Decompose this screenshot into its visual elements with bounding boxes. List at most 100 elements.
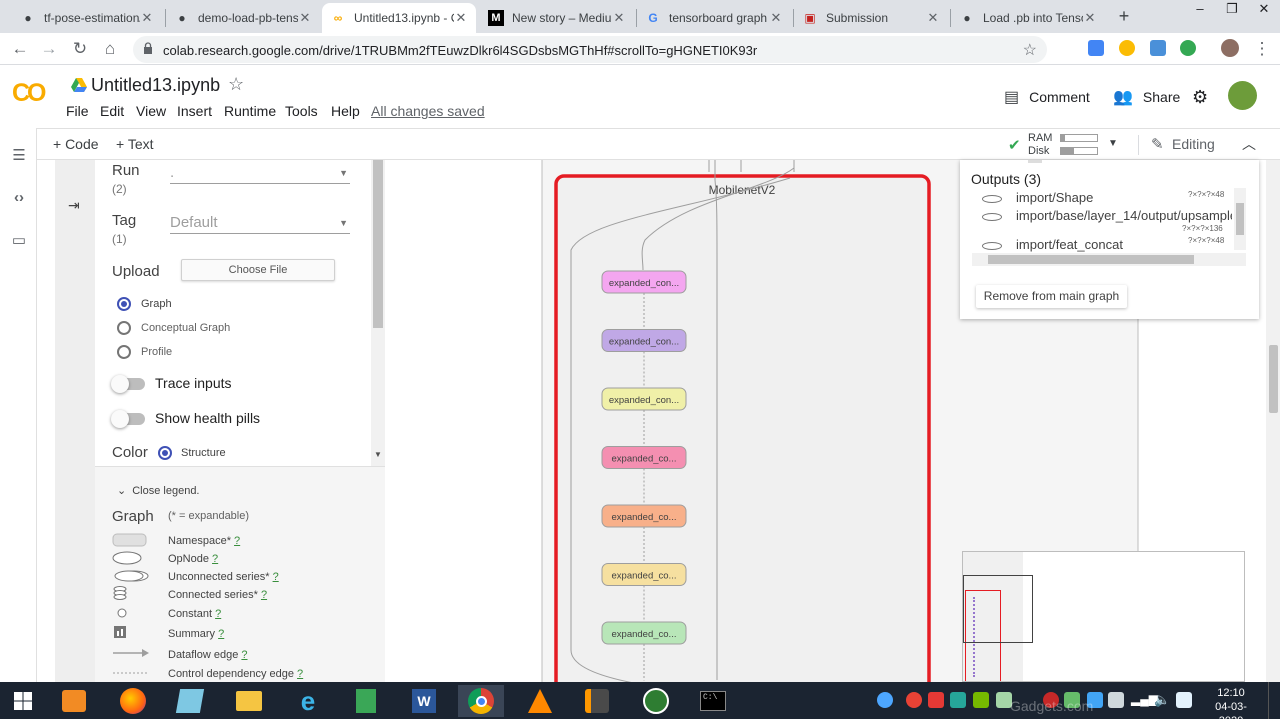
close-tab-icon[interactable]: ✕ [612,10,626,26]
health-pills-toggle[interactable] [111,410,147,428]
home-icon[interactable]: ⌂ [99,38,121,60]
browser-menu-icon[interactable]: ⋮ [1251,38,1273,60]
minimize-window-icon[interactable]: – [1184,0,1216,20]
user-avatar[interactable] [1228,81,1257,110]
chrome-icon[interactable] [458,685,504,717]
scroll-down-arrow-icon[interactable]: ▼ [374,450,382,459]
browser-tab[interactable]: ▣ Submission ✕ [794,3,948,33]
remove-from-main-graph-button[interactable]: Remove from main graph [976,285,1127,308]
help-link[interactable]: ? [297,668,303,680]
output-row[interactable]: import/Shape [982,190,1093,205]
help-link[interactable]: ? [261,589,267,601]
mobilenetv2-namespace[interactable] [554,174,931,682]
word-icon[interactable]: W [401,685,447,717]
browser-tab[interactable]: ● demo-load-pb-tens ✕ [166,3,320,33]
command-prompt-icon[interactable]: C:\ [690,685,736,717]
share-button[interactable]: 👥 Share [1113,87,1180,107]
close-tab-icon[interactable]: ✕ [140,10,154,26]
scrollbar-thumb[interactable] [373,160,383,328]
m-extension-icon[interactable] [1180,40,1196,56]
browser-tab[interactable]: ● Load .pb into Tenso ✕ [951,3,1105,33]
browser-tab[interactable]: G tensorboard graph ✕ [637,3,791,33]
restore-window-icon[interactable]: ❐ [1216,0,1248,20]
add-text-cell-button[interactable]: + Text [116,136,154,152]
menu-edit[interactable]: Edit [100,103,124,119]
outputs-vertical-scrollbar[interactable] [1234,188,1246,250]
menu-tools[interactable]: Tools [285,103,318,119]
volume-icon[interactable]: 🔈 [1154,692,1170,708]
profile-avatar[interactable] [1221,39,1239,57]
extension-badge-icon[interactable] [1150,40,1166,56]
internet-explorer-icon[interactable]: e [285,685,331,717]
app-icon[interactable] [633,685,679,717]
notebook-title[interactable]: Untitled13.ipynb [91,75,220,96]
minimap-viewport[interactable] [963,575,1033,643]
notes-app-icon[interactable] [167,685,213,717]
vlc-icon[interactable] [517,685,563,717]
close-tab-icon[interactable]: ✕ [926,10,940,26]
choose-file-button[interactable]: Choose File [181,259,335,281]
record-tray-icon[interactable] [928,692,944,708]
menu-runtime[interactable]: Runtime [224,103,276,119]
output-redirect-icon[interactable]: ⇥ [68,197,80,214]
help-link[interactable]: ? [215,608,221,620]
controls-scrollbar[interactable]: ▼ [371,160,385,466]
scrollbar-thumb[interactable] [988,255,1194,264]
resource-monitor[interactable]: ✔ RAM Disk ▼ [1008,132,1120,158]
sync-tray-icon[interactable] [950,692,966,708]
close-tab-icon[interactable]: ✕ [769,10,783,26]
files-folder-icon[interactable]: ▭ [9,231,29,251]
help-link[interactable]: ? [234,535,240,547]
help-link[interactable]: ? [273,571,279,583]
tag-select[interactable]: Default ▼ [170,214,350,234]
sublime-text-icon[interactable] [574,685,620,717]
new-tab-button[interactable]: + [1113,5,1135,27]
windows-start-icon[interactable] [0,685,46,717]
run-select[interactable]: . ▼ [170,164,350,184]
bookmark-star-icon[interactable]: ☆ [1023,40,1037,60]
code-snippets-icon[interactable]: ‹› [9,189,29,209]
close-legend-toggle[interactable]: ⌄ Close legend. [117,484,200,497]
help-link[interactable]: ? [212,553,218,565]
reload-icon[interactable]: ↻ [69,38,91,60]
close-tab-icon[interactable]: ✕ [1083,10,1097,26]
system-clock[interactable]: 12:10 04-03-2020 [1206,686,1256,728]
menu-view[interactable]: View [136,103,166,119]
add-code-cell-button[interactable]: + Code [53,136,99,152]
graph-minimap[interactable] [962,551,1245,682]
nvidia-tray-icon[interactable] [973,692,989,708]
settings-gear-icon[interactable]: ⚙ [1192,87,1208,108]
browser-tab[interactable]: ● tf-pose-estimation/ ✕ [12,3,162,33]
menu-insert[interactable]: Insert [177,103,212,119]
back-arrow-icon[interactable]: ← [9,38,31,60]
menu-help[interactable]: Help [331,103,360,119]
show-desktop-button[interactable] [1268,682,1280,719]
forward-arrow-icon[interactable]: → [38,38,60,60]
close-window-icon[interactable]: ✕ [1248,0,1280,20]
editing-mode-label[interactable]: Editing [1172,136,1215,152]
help-link[interactable]: ? [218,628,224,640]
keyboard-tray-icon[interactable] [1176,692,1192,708]
output-row[interactable]: import/base/layer_14/output/upsample [982,208,1232,223]
close-tab-icon[interactable]: ✕ [298,10,312,26]
radio-color-structure[interactable] [158,446,172,460]
calculator-icon[interactable] [343,685,389,717]
trace-inputs-toggle[interactable] [111,375,147,393]
save-status-link[interactable]: All changes saved [371,103,485,119]
network-disconnected-icon[interactable] [1108,692,1124,708]
chevron-down-icon[interactable]: ▼ [1108,138,1118,149]
outputs-horizontal-scrollbar[interactable] [972,253,1246,266]
help-link[interactable]: ? [241,649,247,661]
browser-tab-active[interactable]: ∞ Untitled13.ipynb - C ✕ [322,3,476,33]
output-row[interactable]: import/feat_concat [982,237,1123,252]
menu-file[interactable]: File [66,103,89,119]
chrome-tray-icon[interactable] [906,692,922,708]
scrollbar-thumb[interactable] [1236,203,1244,235]
media-player-icon[interactable] [51,685,97,717]
star-icon[interactable]: ☆ [228,74,244,95]
radio-graph[interactable] [117,297,131,311]
address-bar[interactable]: colab.research.google.com/drive/1TRUBMm2… [133,36,1047,63]
table-of-contents-icon[interactable]: ☰ [9,146,29,166]
wifi-signal-icon[interactable]: ▂▄▆ [1131,692,1158,708]
radio-profile[interactable] [117,345,131,359]
